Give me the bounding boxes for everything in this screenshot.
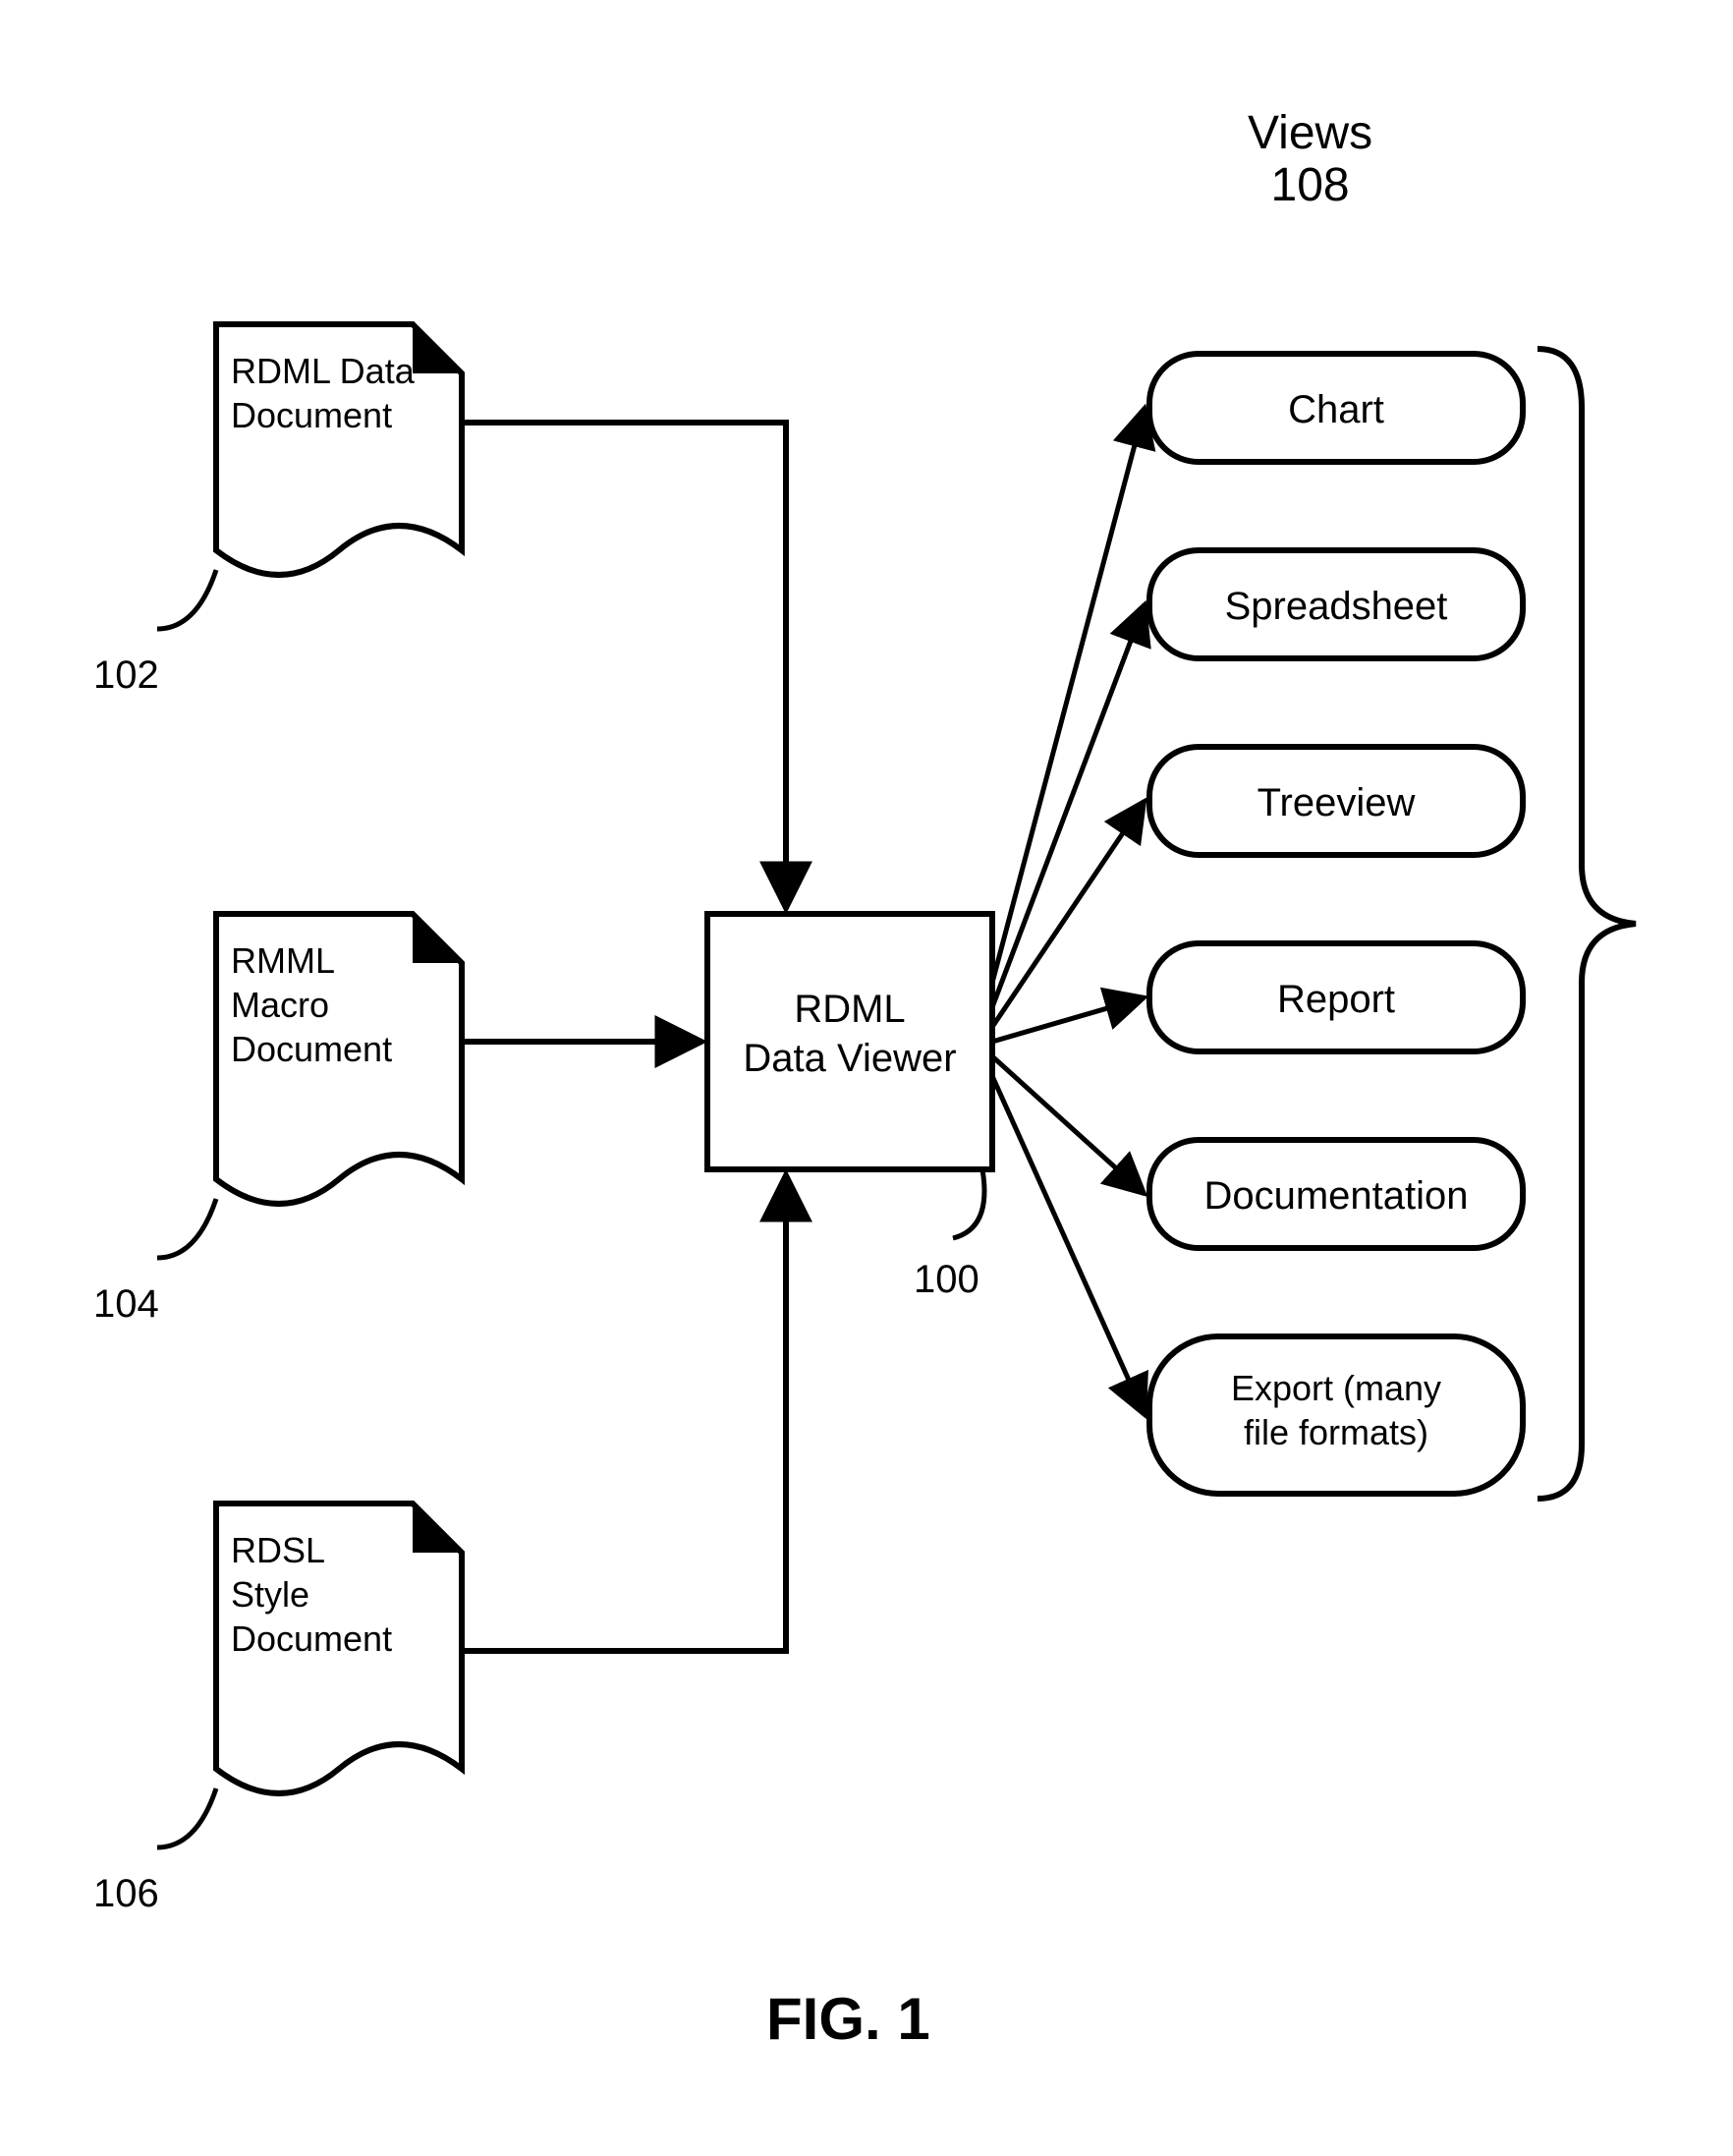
views-brace: [1537, 349, 1636, 1499]
view-report-label: Report: [1277, 978, 1395, 1021]
arrow-style-to-viewer: [462, 1174, 786, 1651]
rdml-data-document: RDML Data Document: [216, 324, 462, 575]
arrow-to-treeview: [992, 801, 1145, 1027]
views-label-text: Views: [1248, 108, 1372, 160]
diagram-page: RDML Data Document 102 RMML Macro Docume…: [0, 0, 1733, 2156]
view-treeview: Treeview: [1149, 747, 1523, 855]
view-treeview-label: Treeview: [1258, 781, 1416, 824]
arrow-to-report: [992, 997, 1145, 1042]
view-documentation: Documentation: [1149, 1140, 1523, 1248]
rdml-data-viewer: RDML Data Viewer: [707, 914, 992, 1169]
view-spreadsheet: Spreadsheet: [1149, 550, 1523, 658]
processor-line2: Data Viewer: [743, 1037, 956, 1080]
arrow-data-to-viewer: [462, 423, 786, 909]
rmml-macro-document: RMML Macro Document: [216, 914, 462, 1204]
rdsl-style-document: RDSL Style Document: [216, 1504, 462, 1793]
view-export-line1: Export (many: [1231, 1368, 1441, 1408]
view-export: Export (many file formats): [1149, 1336, 1523, 1494]
rmml-line1: RMML: [231, 940, 335, 981]
view-chart: Chart: [1149, 354, 1523, 462]
view-documentation-label: Documentation: [1203, 1174, 1468, 1218]
view-export-line2: file formats): [1244, 1412, 1428, 1452]
rmml-line3: Document: [231, 1029, 392, 1069]
rdml-data-line2: Document: [231, 395, 392, 435]
figure-label: FIG. 1: [766, 1985, 930, 2053]
view-report: Report: [1149, 943, 1523, 1051]
arrow-to-chart: [992, 408, 1145, 983]
rdml-data-line1: RDML Data: [231, 351, 416, 391]
rmml-line2: Macro: [231, 985, 329, 1025]
ref-104: 104: [93, 1282, 159, 1326]
rdsl-line3: Document: [231, 1618, 392, 1659]
view-spreadsheet-label: Spreadsheet: [1225, 585, 1448, 628]
processor-line1: RDML: [794, 988, 905, 1031]
diagram-svg: RDML Data Document 102 RMML Macro Docume…: [0, 0, 1733, 2156]
views-group-label: Views 108: [1248, 108, 1372, 212]
arrow-to-spreadsheet: [992, 604, 1145, 1007]
ref-106: 106: [93, 1872, 159, 1915]
view-chart-label: Chart: [1288, 388, 1384, 431]
ref-100: 100: [914, 1258, 979, 1301]
ref-102: 102: [93, 653, 159, 697]
rdsl-line1: RDSL: [231, 1530, 325, 1570]
rdsl-line2: Style: [231, 1574, 309, 1615]
views-ref: 108: [1248, 160, 1372, 212]
